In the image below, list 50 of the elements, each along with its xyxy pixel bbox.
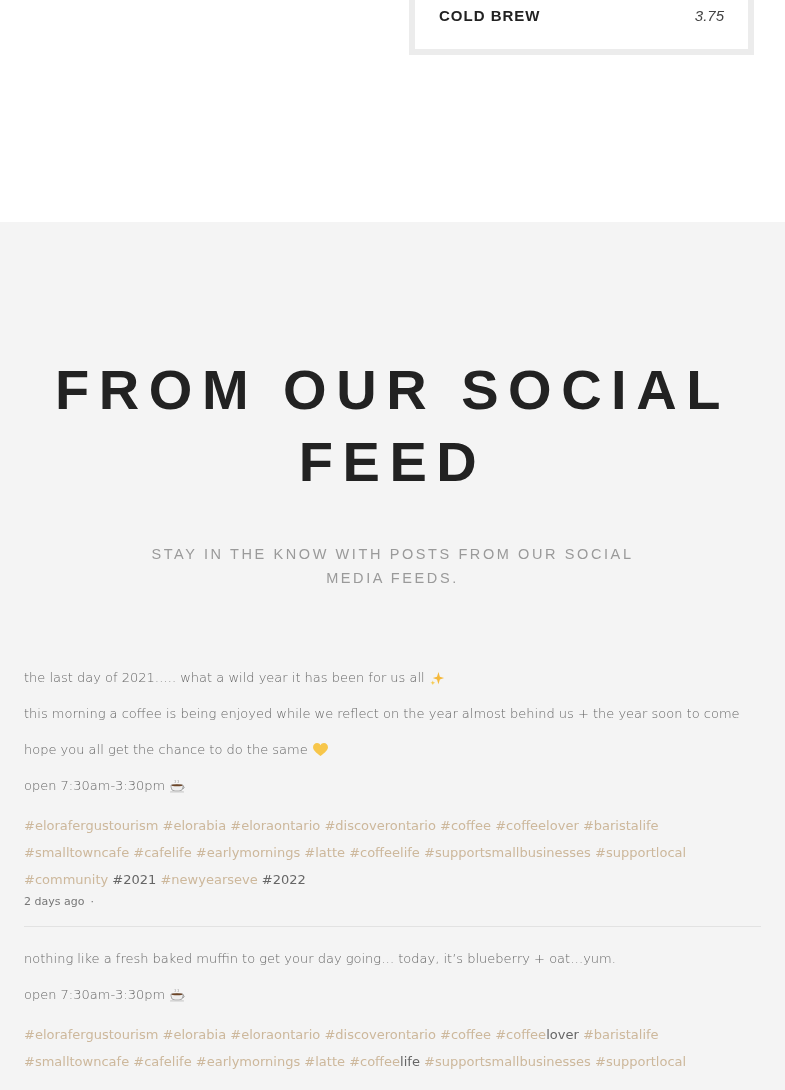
hashtag-link[interactable]: #latte [304,845,345,860]
hashtag-text: life [400,1054,420,1069]
hashtag-link[interactable]: #smalltowncafe [24,1054,130,1069]
hashtag-link[interactable]: #coffee [349,1054,401,1069]
hashtag-text: #2022 [261,872,306,887]
hashtag-link[interactable]: #earlymornings [195,1054,301,1069]
separator-dot: · [90,895,94,908]
hashtag-link[interactable]: #discoverontario [324,1027,436,1042]
hashtag-link[interactable]: #community [24,872,109,887]
hashtag-link[interactable]: #supportlocal [595,1054,687,1069]
hashtag-link[interactable]: #baristalife [582,818,659,833]
hashtag-link[interactable]: #coffeelife [349,845,420,860]
menu-item-name: COLD BREW [439,6,541,24]
hashtag-link[interactable]: #elorafergustourism [24,1027,159,1042]
section-title: FROM OUR SOCIAL FEED [54,357,731,495]
post-text: open 7:30am-3:30pm [24,986,166,1004]
coffee-cup-icon [170,988,187,1002]
hashtag-link[interactable]: #elorafergustourism [24,818,159,833]
hashtag-link[interactable]: #eloraontario [230,818,321,833]
hashtag-link[interactable]: #coffee [495,1027,547,1042]
post-text: open 7:30am-3:30pm [24,777,166,795]
hashtag-link[interactable]: #newyearseve [160,872,258,887]
post-text: this morning a coffee is being enjoyed while we reflect on the year almost behind us + the year soon to come [24,705,740,723]
hashtag-link[interactable]: #cafelife [133,1054,192,1069]
hashtag-link[interactable]: #supportsmallbusinesses [424,845,591,860]
heart-icon [312,743,328,757]
hashtag-link[interactable]: #coffee [440,818,492,833]
hashtag-text: #2021 [112,872,157,887]
post-text: nothing like a fresh baked muffin to get your day going… today, it’s blueberry + oat…yum. [24,950,616,968]
hashtag-link[interactable]: #supportlocal [595,845,687,860]
hashtag-link[interactable]: #latte [304,1054,345,1069]
hashtag-link[interactable]: #supportsmallbusinesses [424,1054,591,1069]
section-subtitle: STAY IN THE KNOW WITH POSTS FROM OUR SOCIAL MEDIA FEEDS. [150,545,635,588]
menu-item-price: 3.75 [694,6,724,24]
hashtag-link[interactable]: #baristalife [582,1027,659,1042]
hashtag-link[interactable]: #coffee [440,1027,492,1042]
post-text: the last day of 2021….. what a wild year it has been for us all [24,669,425,687]
hashtag-link[interactable]: #earlymornings [195,845,301,860]
hashtag-link[interactable]: #smalltowncafe [24,845,130,860]
hashtag-link[interactable]: #discoverontario [324,818,436,833]
hashtag-link[interactable]: #cafelife [133,845,192,860]
coffee-cup-icon [170,779,187,793]
post-text: hope you all get the chance to do the same [24,741,308,759]
hashtag-link[interactable]: #elorabia [162,818,227,833]
post-time: 2 days ago [24,895,85,908]
hashtag-link[interactable]: #coffeelover [495,818,579,833]
sparkle-icon [429,670,445,686]
hashtag-text: lover [546,1027,579,1042]
hashtag-link[interactable]: #elorabia [162,1027,227,1042]
hashtag-link[interactable]: #eloraontario [230,1027,321,1042]
